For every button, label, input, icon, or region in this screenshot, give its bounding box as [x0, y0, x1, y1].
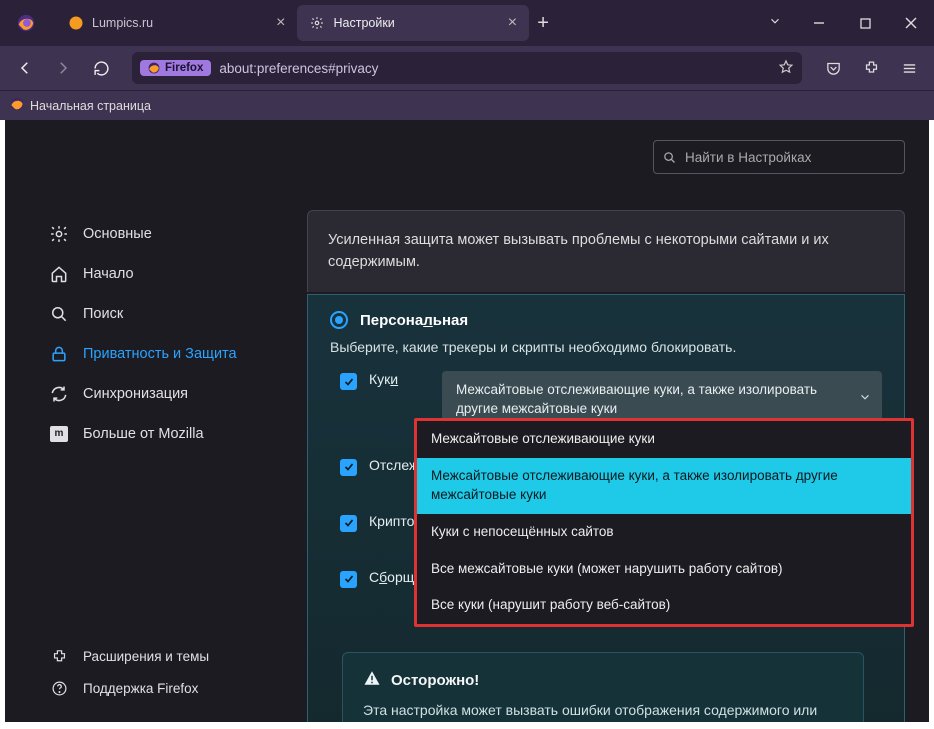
sync-icon — [49, 384, 69, 404]
nav-toolbar: Firefox about:preferences#privacy — [0, 46, 934, 90]
prefs-sidebar: Основные Начало Поиск Приватность и Защи… — [5, 120, 295, 722]
dropdown-option[interactable]: Все межсайтовые куки (может нарушить раб… — [417, 551, 911, 588]
window-controls — [796, 0, 934, 46]
new-tab-button[interactable]: + — [529, 12, 557, 35]
sidebar-item-label: Поиск — [83, 306, 123, 322]
sidebar-item-more-mozilla[interactable]: m Больше от Mozilla — [43, 414, 275, 454]
sidebar-item-label: Начало — [83, 266, 134, 282]
forward-button[interactable] — [46, 51, 80, 85]
pocket-icon[interactable] — [816, 51, 850, 85]
sidebar-item-label: Приватность и Защита — [83, 345, 237, 364]
badge-label: Firefox — [165, 62, 203, 74]
tab-label: Lumpics.ru — [92, 16, 153, 30]
warning-triangle-icon — [363, 669, 381, 691]
sidebar-item-home[interactable]: Начало — [43, 254, 275, 294]
lock-icon — [49, 344, 69, 364]
app-menu-icon[interactable] — [892, 51, 926, 85]
select-value: Межсайтовые отслеживающие куки, а также … — [456, 382, 817, 416]
url-text: about:preferences#privacy — [219, 61, 378, 76]
lumpics-favicon-icon — [68, 15, 84, 31]
window-titlebar: Lumpics.ru × Настройки × + — [0, 0, 934, 46]
back-button[interactable] — [8, 51, 42, 85]
mozilla-icon: m — [49, 424, 69, 444]
dropdown-option-selected[interactable]: Межсайтовые отслеживающие куки, а также … — [417, 458, 911, 514]
gear-icon — [309, 15, 325, 31]
tab-label: Настройки — [333, 16, 394, 30]
tab-strip: Lumpics.ru × Настройки × + — [50, 0, 754, 46]
tab-settings[interactable]: Настройки × — [297, 5, 529, 41]
bookmark-item[interactable]: Начальная страница — [30, 99, 151, 113]
sidebar-item-addons[interactable]: Расширения и темы — [43, 640, 275, 672]
sidebar-item-label: Расширения и темы — [83, 649, 209, 664]
sidebar-item-label: Больше от Mozilla — [83, 426, 204, 442]
close-icon[interactable]: × — [506, 14, 519, 32]
tracking-warning-card: Усиленная защита может вызывать проблемы… — [307, 210, 905, 292]
sidebar-item-label: Поддержка Firefox — [83, 681, 198, 696]
prefs-search-input[interactable]: Найти в Настройках — [653, 140, 905, 174]
radio-custom[interactable] — [330, 311, 348, 329]
bookmark-star-icon[interactable] — [778, 59, 794, 78]
minimize-button[interactable] — [796, 0, 842, 46]
custom-desc: Выберите, какие трекеры и скрипты необхо… — [330, 339, 882, 355]
reload-button[interactable] — [84, 51, 118, 85]
maximize-button[interactable] — [842, 0, 888, 46]
option-cookies-label: Куки — [369, 371, 398, 387]
extensions-icon[interactable] — [854, 51, 888, 85]
identity-badge: Firefox — [140, 60, 211, 76]
cookies-dropdown: Межсайтовые отслеживающие куки Межсайтов… — [414, 418, 914, 627]
tab-list-chevron-icon[interactable] — [754, 14, 796, 33]
bookmarks-bar: Начальная страница — [0, 90, 934, 120]
question-icon — [49, 678, 69, 698]
puzzle-icon — [49, 646, 69, 666]
sidebar-item-support[interactable]: Поддержка Firefox — [43, 672, 275, 704]
inner-warning-card: Осторожно! Эта настройка может вызвать о… — [342, 652, 864, 722]
warning-title: Осторожно! — [391, 672, 479, 689]
warning-body: Эта настройка может вызвать ошибки отобр… — [363, 699, 843, 722]
sidebar-item-sync[interactable]: Синхронизация — [43, 374, 275, 414]
gear-icon — [49, 224, 69, 244]
dropdown-option[interactable]: Все куки (нарушит работу веб-сайтов) — [417, 587, 911, 624]
search-placeholder: Найти в Настройках — [685, 150, 811, 165]
firefox-app-icon — [16, 13, 36, 33]
home-icon — [49, 264, 69, 284]
sidebar-item-privacy[interactable]: Приватность и Защита — [43, 334, 275, 374]
close-icon[interactable]: × — [274, 14, 287, 32]
tab-lumpics[interactable]: Lumpics.ru × — [56, 5, 297, 41]
sidebar-item-label: Синхронизация — [83, 386, 188, 402]
sidebar-item-general[interactable]: Основные — [43, 214, 275, 254]
warning-text: Усиленная защита может вызывать проблемы… — [328, 232, 829, 270]
checkbox-tracking[interactable] — [340, 459, 357, 476]
search-icon — [49, 304, 69, 324]
sidebar-item-label: Основные — [83, 226, 152, 242]
dropdown-option[interactable]: Куки с непосещённых сайтов — [417, 514, 911, 551]
sidebar-item-search[interactable]: Поиск — [43, 294, 275, 334]
url-bar[interactable]: Firefox about:preferences#privacy — [132, 52, 802, 84]
dropdown-option[interactable]: Межсайтовые отслеживающие куки — [417, 421, 911, 458]
checkbox-fingerprint[interactable] — [340, 571, 357, 588]
radio-custom-label: Персональная — [360, 312, 468, 329]
checkbox-cookies[interactable] — [340, 373, 357, 390]
chevron-down-icon — [858, 390, 872, 410]
firefox-small-icon — [10, 97, 24, 114]
close-window-button[interactable] — [888, 0, 934, 46]
checkbox-crypto[interactable] — [340, 515, 357, 532]
